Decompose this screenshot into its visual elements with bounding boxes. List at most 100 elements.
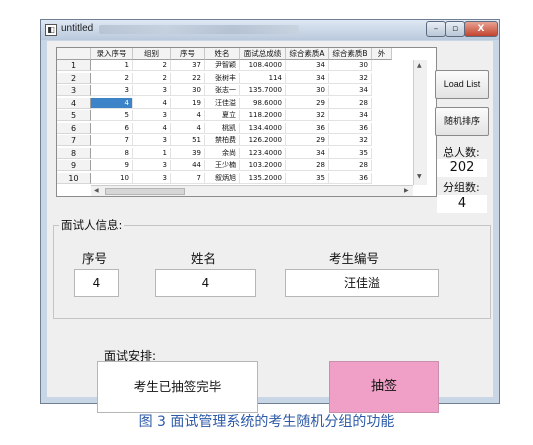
table-cell[interactable]: 4 (133, 122, 171, 134)
table-cell[interactable]: 35 (329, 147, 372, 159)
table-cell[interactable]: 8 (91, 147, 133, 159)
name-field[interactable]: 4 (155, 269, 256, 297)
table-cell[interactable]: 134.4000 (240, 122, 286, 134)
table-cell[interactable]: 51 (171, 135, 205, 146)
row-header[interactable]: 3 (57, 85, 91, 96)
table-cell[interactable]: 118.2000 (240, 110, 286, 121)
table-cell[interactable]: 4 (171, 110, 205, 121)
table-cell[interactable]: 30 (329, 60, 372, 71)
row-header[interactable]: 5 (57, 110, 91, 121)
table-cell[interactable]: 108.4000 (240, 60, 286, 71)
row-header[interactable]: 4 (57, 97, 91, 109)
column-header[interactable]: 外 (372, 48, 392, 60)
table-cell[interactable]: 34 (329, 110, 372, 121)
table-cell[interactable]: 44 (171, 160, 205, 171)
row-header[interactable]: 1 (57, 60, 91, 71)
load-list-button[interactable]: Load List (435, 70, 489, 99)
table-cell[interactable]: 123.4000 (240, 147, 286, 159)
minimize-button[interactable]: – (426, 21, 446, 37)
scroll-up-icon[interactable]: ▲ (417, 62, 422, 69)
table-cell[interactable]: 34 (329, 85, 372, 96)
column-header[interactable]: 面试总成绩 (240, 48, 286, 60)
table-cell[interactable]: 7 (91, 135, 133, 146)
column-header[interactable]: 序号 (171, 48, 205, 60)
table-cell[interactable]: 98.6000 (240, 97, 286, 109)
table-cell[interactable]: 30 (286, 85, 329, 96)
seq-field[interactable]: 4 (74, 269, 119, 297)
table-cell[interactable]: 135.7000 (240, 85, 286, 96)
column-header[interactable]: 录入序号 (91, 48, 133, 60)
table-cell[interactable]: 32 (286, 110, 329, 121)
table-cell[interactable]: 王少楠 (205, 160, 240, 171)
maximize-button[interactable]: ▫ (445, 21, 465, 37)
row-header[interactable]: 7 (57, 135, 91, 146)
table-cell[interactable]: 30 (171, 85, 205, 96)
table-cell[interactable]: 2 (133, 72, 171, 84)
table-cell[interactable]: 张树丰 (205, 72, 240, 84)
row-header[interactable]: 9 (57, 160, 91, 171)
table-cell[interactable]: 1 (133, 147, 171, 159)
row-header[interactable]: 2 (57, 72, 91, 84)
column-header[interactable]: 综合素质A (286, 48, 329, 60)
table-cell[interactable]: 22 (171, 72, 205, 84)
table-cell[interactable]: 4 (171, 122, 205, 134)
table-cell[interactable]: 3 (133, 85, 171, 96)
table-cell[interactable]: 汪佳溢 (205, 97, 240, 109)
row-header[interactable]: 6 (57, 122, 91, 134)
scroll-right-icon[interactable]: ▶ (404, 187, 409, 194)
table-cell[interactable]: 32 (329, 135, 372, 146)
horizontal-scrollbar[interactable]: ◀ ▶ (91, 185, 413, 196)
table-cell[interactable]: 36 (286, 122, 329, 134)
table-cell[interactable]: 28 (286, 160, 329, 171)
table-cell[interactable]: 29 (286, 135, 329, 146)
table-cell[interactable]: 3 (133, 110, 171, 121)
table-cell[interactable]: 张志一 (205, 85, 240, 96)
row-header[interactable]: 8 (57, 147, 91, 159)
table-cell[interactable]: 2 (91, 72, 133, 84)
table-cell[interactable]: 3 (133, 135, 171, 146)
table-cell[interactable]: 余尚 (205, 147, 240, 159)
table-cell[interactable]: 3 (133, 160, 171, 171)
table-cell[interactable]: 9 (91, 160, 133, 171)
table-cell[interactable]: 4 (91, 97, 133, 109)
table-cell[interactable]: 114 (240, 72, 286, 84)
draw-lots-button[interactable]: 抽签 (329, 361, 439, 413)
table-cell[interactable]: 36 (329, 122, 372, 134)
table-cell[interactable]: 35 (286, 172, 329, 184)
table-cell[interactable]: 29 (286, 97, 329, 109)
table-cell[interactable]: 34 (286, 147, 329, 159)
table-cell[interactable]: 桃凯 (205, 122, 240, 134)
random-sort-button[interactable]: 随机排序 (435, 107, 489, 136)
table-cell[interactable]: 夏立 (205, 110, 240, 121)
title-bar[interactable]: ◧ untitled – ▫ X (41, 20, 499, 40)
table-cell[interactable]: 叙炳旭 (205, 172, 240, 184)
column-header[interactable]: 综合素质B (329, 48, 372, 60)
table-cell[interactable]: 37 (171, 60, 205, 71)
table-cell[interactable]: 135.2000 (240, 172, 286, 184)
row-header[interactable]: 10 (57, 172, 91, 184)
candidate-table[interactable]: 录入序号 组别 序号 姓名 面试总成绩 综合素质A 综合素质B 外 1 1 2 37 尹智颖 108.40… (56, 47, 437, 197)
table-cell[interactable]: 36 (329, 172, 372, 184)
column-header[interactable]: 姓名 (205, 48, 240, 60)
table-cell[interactable]: 3 (91, 85, 133, 96)
table-cell[interactable]: 6 (91, 122, 133, 134)
table-cell[interactable]: 34 (286, 72, 329, 84)
vertical-scrollbar[interactable]: ▲ ▼ (413, 60, 427, 185)
table-cell[interactable]: 39 (171, 147, 205, 159)
column-header[interactable]: 组别 (133, 48, 171, 60)
table-cell[interactable]: 10 (91, 172, 133, 184)
table-cell[interactable]: 禁柏费 (205, 135, 240, 146)
table-cell[interactable]: 28 (329, 160, 372, 171)
table-cell[interactable]: 7 (171, 172, 205, 184)
table-cell[interactable]: 3 (133, 172, 171, 184)
table-cell[interactable]: 32 (329, 72, 372, 84)
table-cell[interactable]: 28 (329, 97, 372, 109)
exam-id-field[interactable]: 汪佳溢 (285, 269, 439, 297)
scroll-left-icon[interactable]: ◀ (94, 187, 99, 194)
scroll-down-icon[interactable]: ▼ (417, 173, 422, 180)
table-cell[interactable]: 2 (133, 60, 171, 71)
horizontal-scroll-thumb[interactable] (105, 188, 185, 195)
table-cell[interactable]: 4 (133, 97, 171, 109)
table-cell[interactable]: 1 (91, 60, 133, 71)
table-cell[interactable]: 34 (286, 60, 329, 71)
